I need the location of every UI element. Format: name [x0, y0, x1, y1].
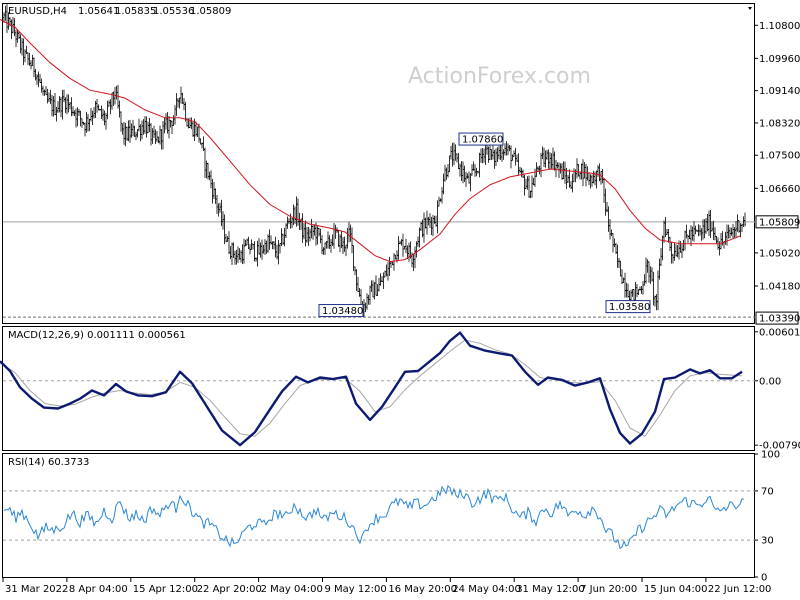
- time-tick-label: 7 Jun 20:00: [580, 584, 637, 595]
- watermark: ActionForex.com: [408, 64, 591, 89]
- time-tick-label: 31 Mar 2022: [5, 584, 68, 595]
- price-tick-label: 1.06660: [759, 184, 800, 195]
- price-tick-label: 1.08320: [759, 118, 800, 129]
- annotation-low-2: 1.03580: [605, 300, 651, 314]
- time-tick-label: 16 May 20:00: [388, 584, 457, 595]
- price-tick-label: 1.10800: [759, 21, 800, 32]
- time-tick-label: 15 Jun 04:00: [644, 584, 708, 595]
- price-header-close: 1.05809: [190, 6, 231, 17]
- low-price-tag-label: 1.03390: [759, 314, 800, 325]
- rsi-tick-label: 100: [761, 450, 780, 461]
- current-price-tag: 1.05809: [755, 215, 800, 229]
- time-tick-label: 31 May 12:00: [516, 584, 585, 595]
- time-tick-label: 2 May 04:00: [261, 584, 323, 595]
- rsi-tick-label: 30: [761, 536, 774, 547]
- price-header-low: 1.05536: [153, 6, 194, 17]
- time-tick-label: 8 Apr 04:00: [69, 584, 128, 595]
- annotation-low-1: 1.03480: [318, 304, 364, 318]
- price-tick-label: 1.07500: [759, 151, 800, 162]
- time-tick-label: 22 Jun 12:00: [708, 584, 772, 595]
- annotation-high-1: 1.07860: [458, 132, 504, 146]
- time-tick-label: 15 Apr 12:00: [133, 584, 198, 595]
- annotation-low-2-label: 1.03580: [609, 302, 650, 313]
- macd-tick-label: 0.006012: [759, 327, 800, 338]
- low-price-tag: 1.03390: [755, 311, 800, 325]
- macd-label: MACD(12,26,9) 0.001111 0.000561: [8, 330, 186, 341]
- macd-tick-label: 0.00: [759, 376, 781, 387]
- rsi-label: RSI(14) 60.3733: [8, 457, 89, 468]
- eurusd-chart: ActionForex.com EURUSD,H4 1.05641 1.0583…: [0, 0, 800, 600]
- price-header-symbol: EURUSD,H4: [8, 6, 67, 17]
- annotation-low-1-label: 1.03480: [322, 306, 363, 317]
- price-tick-label: 1.09140: [759, 86, 800, 97]
- price-tick-label: 1.05020: [759, 248, 800, 259]
- current-price-tag-label: 1.05809: [759, 217, 800, 228]
- chart-background: [0, 0, 800, 600]
- price-axis-ticks: 1.10800 1.09960 1.09140 1.08320 1.07500 1.066…: [755, 21, 800, 292]
- price-tick-label: 1.04180: [759, 281, 800, 292]
- rsi-tick-label: 0: [761, 573, 767, 584]
- time-tick-label: 22 Apr 20:00: [197, 584, 262, 595]
- price-header-high: 1.05835: [115, 6, 156, 17]
- time-tick-label: 24 May 04:00: [452, 584, 521, 595]
- rsi-tick-label: 70: [761, 486, 774, 497]
- price-tick-label: 1.09960: [759, 54, 800, 65]
- price-header-open: 1.05641: [78, 6, 119, 17]
- time-tick-label: 9 May 12:00: [325, 584, 387, 595]
- annotation-high-1-label: 1.07860: [462, 135, 503, 146]
